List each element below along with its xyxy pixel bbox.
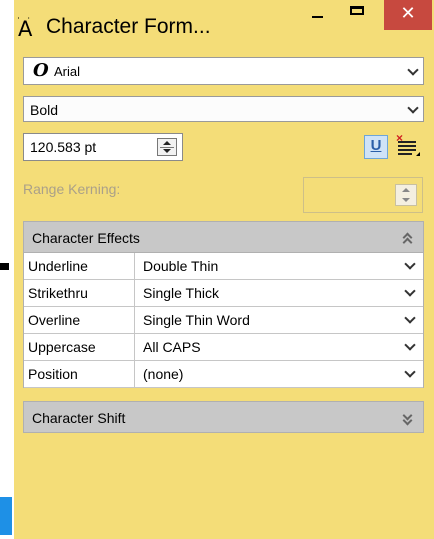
underline-icon: U (370, 137, 382, 154)
lines-icon (398, 145, 416, 147)
effect-value: Single Thin Word (143, 312, 250, 328)
close-button[interactable]: ✕ (384, 0, 432, 30)
line-options-button[interactable]: × (395, 131, 421, 159)
effect-name: Strikethru (24, 280, 135, 306)
effect-row-overline[interactable]: Overline Single Thin Word (24, 307, 423, 334)
effect-name: Overline (24, 307, 135, 333)
chevron-down-icon[interactable] (405, 287, 415, 297)
chevron-down-icon (408, 66, 418, 76)
underline-toggle-button[interactable]: U (364, 135, 388, 159)
character-format-window: ˙ ˙ A Character Form... ✕ O Arial Bold 12… (14, 0, 434, 539)
character-shift-header[interactable]: Character Shift (23, 401, 424, 433)
effect-row-strikethru[interactable]: Strikethru Single Thick (24, 280, 423, 307)
background-marker (0, 263, 9, 270)
font-family-value: Arial (54, 64, 81, 79)
dropdown-corner-icon (416, 152, 420, 156)
background-blue-block (0, 497, 12, 535)
font-size-value: 120.583 pt (30, 139, 97, 155)
spinner-divider (160, 147, 174, 148)
character-effects-table: Underline Double Thin Strikethru Single … (23, 253, 424, 388)
collapse-chevrons-icon[interactable] (401, 232, 413, 244)
title-bar[interactable]: ˙ ˙ A Character Form... ✕ (14, 0, 434, 46)
window-title: Character Form... (46, 15, 211, 38)
font-size-field[interactable]: 120.583 pt (23, 133, 183, 161)
spinner-down-icon (402, 198, 410, 202)
expand-chevrons-icon[interactable] (401, 412, 413, 424)
spinner-up-icon[interactable] (163, 141, 171, 145)
spinner-up-icon (402, 188, 410, 192)
lines-icon (398, 149, 416, 151)
chevron-down-icon[interactable] (405, 260, 415, 270)
maximize-button[interactable] (338, 0, 378, 34)
lines-icon (398, 153, 412, 155)
range-kerning-field (303, 177, 423, 213)
minimize-button[interactable] (298, 0, 340, 34)
chevron-down-icon[interactable] (405, 368, 415, 378)
chevron-down-icon[interactable] (405, 314, 415, 324)
range-kerning-label: Range Kerning: (23, 181, 121, 197)
chevron-down-icon[interactable] (405, 341, 415, 351)
effect-name: Position (24, 361, 135, 387)
spinner-down-icon[interactable] (163, 149, 171, 153)
effect-value: Double Thin (143, 258, 219, 274)
font-family-dropdown[interactable]: O Arial (23, 57, 424, 85)
font-size-spinner[interactable] (157, 138, 177, 156)
font-type-icon: O (33, 60, 49, 81)
character-format-panel: O Arial Bold 120.583 pt U × Range Kernin… (14, 46, 434, 539)
effect-row-underline[interactable]: Underline Double Thin (24, 253, 423, 280)
effect-value: All CAPS (143, 339, 201, 355)
effect-value: Single Thick (143, 285, 220, 301)
close-icon: ✕ (400, 3, 416, 23)
font-weight-value: Bold (30, 102, 59, 118)
effect-name: Uppercase (24, 334, 135, 360)
character-shift-title: Character Shift (32, 410, 126, 426)
effect-value: (none) (143, 366, 184, 382)
chevron-down-icon (408, 104, 418, 114)
effect-row-position[interactable]: Position (none) (24, 361, 423, 388)
character-format-app-icon: ˙ ˙ A (16, 17, 33, 41)
character-effects-title: Character Effects (32, 230, 140, 246)
lines-icon (398, 141, 416, 143)
character-effects-header[interactable]: Character Effects (23, 221, 424, 253)
range-kerning-spinner (395, 184, 417, 206)
font-weight-dropdown[interactable]: Bold (23, 96, 424, 122)
effect-row-uppercase[interactable]: Uppercase All CAPS (24, 334, 423, 361)
effect-name: Underline (24, 253, 135, 279)
